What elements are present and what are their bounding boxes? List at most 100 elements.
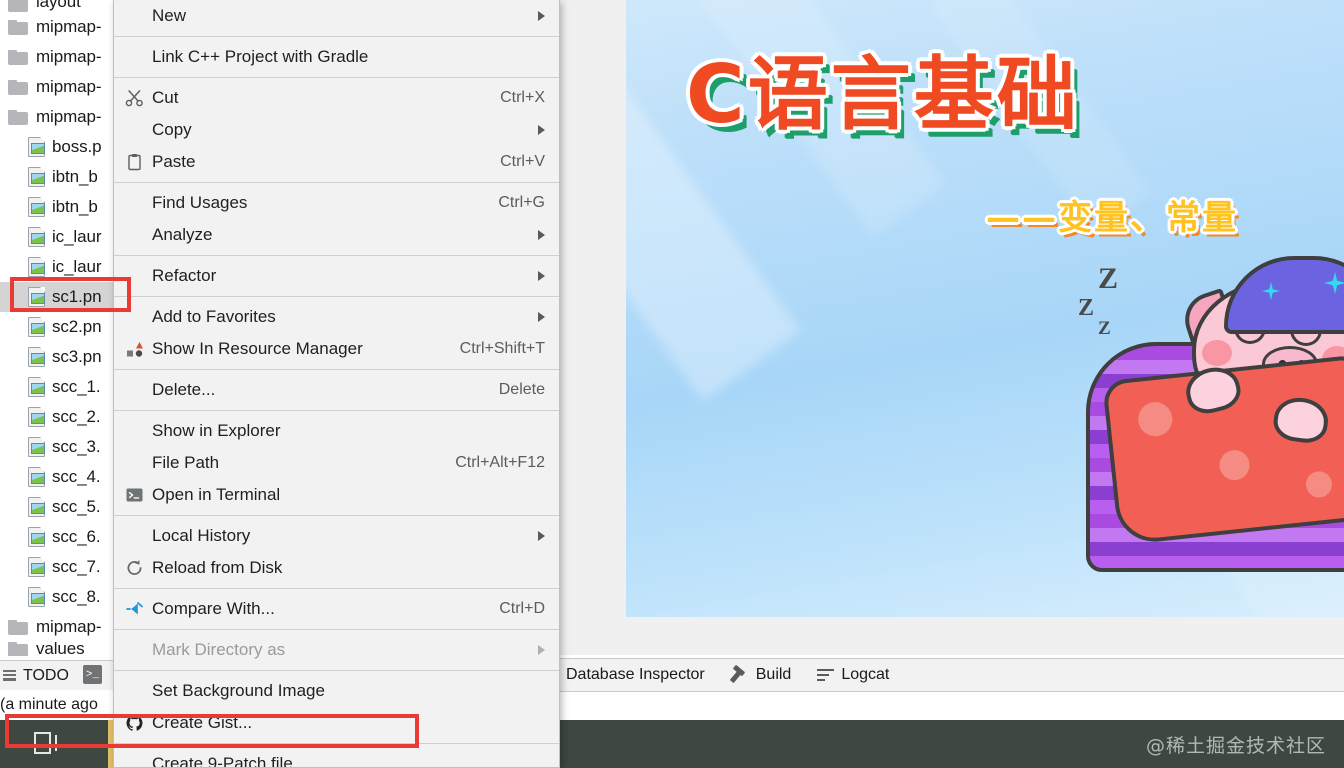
menu-item[interactable]: Delete... Delete xyxy=(114,374,559,406)
tree-row[interactable]: sc1.pn xyxy=(0,282,113,312)
tree-row-label: ic_laur xyxy=(52,257,102,276)
sleeping-pig-illustration xyxy=(1066,250,1344,617)
menu-separator xyxy=(114,629,559,630)
star-icon-1 xyxy=(1262,282,1280,300)
tree-row[interactable]: mipmap- xyxy=(0,612,113,642)
menu-item[interactable]: Cut Ctrl+X xyxy=(114,82,559,114)
tree-row[interactable]: ic_laur xyxy=(0,222,113,252)
terminal-icon[interactable]: >_ xyxy=(83,665,102,684)
chevron-right-icon xyxy=(538,11,545,21)
tree-row[interactable]: mipmap- xyxy=(0,42,113,72)
image-file-icon xyxy=(28,407,45,427)
editor-bottom-filler xyxy=(560,692,1344,720)
chevron-right-icon xyxy=(538,230,545,240)
menu-item[interactable]: Add to Favorites xyxy=(114,301,559,333)
tree-row-label: boss.p xyxy=(52,137,102,156)
tool-window-bar[interactable]: Database Inspector Build Logcat xyxy=(560,658,1344,692)
tree-row[interactable]: ic_laur xyxy=(0,252,113,282)
chevron-right-icon xyxy=(538,271,545,281)
menu-item[interactable]: Local History xyxy=(114,520,559,552)
menu-item-label: Set Background Image xyxy=(152,681,325,700)
menu-item[interactable]: Refactor xyxy=(114,260,559,292)
menu-item[interactable]: Link C++ Project with Gradle xyxy=(114,41,559,73)
menu-item[interactable]: Show in Explorer xyxy=(114,415,559,447)
tree-row[interactable]: ibtn_b xyxy=(0,192,113,222)
menu-item-shortcut: Delete xyxy=(498,381,545,398)
image-file-icon xyxy=(28,497,45,517)
tree-row-label: ibtn_b xyxy=(52,167,98,186)
folder-icon xyxy=(8,19,28,35)
menu-item[interactable]: Open in Terminal xyxy=(114,479,559,511)
tree-row[interactable]: boss.p xyxy=(0,132,113,162)
preview-subtitle: ——变量、常量 xyxy=(986,198,1238,238)
menu-separator xyxy=(114,182,559,183)
menu-item-label: Show in Explorer xyxy=(152,421,281,440)
tool-window-button[interactable]: Build xyxy=(731,666,792,684)
menu-item[interactable]: New xyxy=(114,0,559,32)
tree-row[interactable]: scc_7. xyxy=(0,552,113,582)
tree-row[interactable]: mipmap- xyxy=(0,102,113,132)
menu-item[interactable]: Reload from Disk xyxy=(114,552,559,584)
terminal-icon xyxy=(125,486,144,505)
image-file-icon xyxy=(28,287,45,307)
tree-row[interactable]: scc_5. xyxy=(0,492,113,522)
tree-row-label: layout xyxy=(36,0,81,11)
task-view-icon[interactable] xyxy=(34,732,60,754)
tree-row[interactable]: mipmap- xyxy=(0,72,113,102)
context-menu[interactable]: New Link C++ Project with Gradle Cut Ctrl+X… xyxy=(113,0,560,768)
tool-window-button[interactable]: Logcat xyxy=(817,666,889,684)
tree-row[interactable]: layout xyxy=(0,0,113,12)
menu-item[interactable]: Find Usages Ctrl+G xyxy=(114,187,559,219)
menu-item-label: Refactor xyxy=(152,266,217,285)
tree-row-label: scc_2. xyxy=(52,407,101,426)
tree-row[interactable]: scc_4. xyxy=(0,462,113,492)
tree-row[interactable]: scc_2. xyxy=(0,402,113,432)
tree-row-label: ibtn_b xyxy=(52,197,98,216)
github-icon xyxy=(125,714,144,733)
menu-item[interactable]: Create 9-Patch file... xyxy=(114,748,559,767)
menu-item-label: Cut xyxy=(152,88,179,107)
menu-item[interactable]: Copy xyxy=(114,114,559,146)
blanket-dot-1 xyxy=(1136,400,1174,438)
tree-row-label: mipmap- xyxy=(36,17,102,36)
tool-window-button[interactable]: Database Inspector xyxy=(566,666,705,684)
tree-row[interactable]: scc_3. xyxy=(0,432,113,462)
menu-item-label: Copy xyxy=(152,120,192,139)
folder-icon xyxy=(8,49,28,65)
image-file-icon xyxy=(28,557,45,577)
tree-row[interactable]: scc_8. xyxy=(0,582,113,612)
menu-item-label: Compare With... xyxy=(152,599,275,618)
tree-row[interactable]: values xyxy=(0,642,113,656)
menu-separator xyxy=(114,670,559,671)
menu-item[interactable]: Compare With... Ctrl+D xyxy=(114,593,559,625)
tree-row-label: scc_5. xyxy=(52,497,101,516)
project-tree[interactable]: layout mipmap-mipmap-mipmap-mipmap-boss.p… xyxy=(0,0,113,660)
chevron-right-icon xyxy=(538,125,545,135)
folder-icon xyxy=(8,642,28,656)
menu-item[interactable]: Show In Resource Manager Ctrl+Shift+T xyxy=(114,333,559,365)
menu-item[interactable]: File Path Ctrl+Alt+F12 xyxy=(114,447,559,479)
screen-root: layout mipmap-mipmap-mipmap-mipmap-boss.p… xyxy=(0,0,1344,768)
tree-row-label: scc_8. xyxy=(52,587,101,606)
tree-row-label: ic_laur xyxy=(52,227,102,246)
menu-item-label: Find Usages xyxy=(152,193,248,212)
tree-row-label: scc_7. xyxy=(52,557,101,576)
tree-row[interactable]: sc2.pn xyxy=(0,312,113,342)
task-view-box xyxy=(34,732,51,754)
tree-row-label: sc2.pn xyxy=(52,317,102,336)
tree-row[interactable]: sc3.pn xyxy=(0,342,113,372)
tree-row[interactable]: scc_1. xyxy=(0,372,113,402)
reload-icon xyxy=(125,559,144,578)
menu-item[interactable]: Paste Ctrl+V xyxy=(114,146,559,178)
menu-item-label: Show In Resource Manager xyxy=(152,339,363,358)
tree-row[interactable]: scc_6. xyxy=(0,522,113,552)
menu-item[interactable]: Analyze xyxy=(114,219,559,251)
menu-item-label: New xyxy=(152,6,187,25)
tree-row[interactable]: mipmap- xyxy=(0,12,113,42)
tree-row[interactable]: ibtn_b xyxy=(0,162,113,192)
scissors-icon xyxy=(125,89,144,108)
menu-item[interactable]: Create Gist... xyxy=(114,707,559,739)
image-file-icon xyxy=(28,467,45,487)
menu-item[interactable]: Set Background Image xyxy=(114,675,559,707)
tree-row-label: mipmap- xyxy=(36,107,102,126)
